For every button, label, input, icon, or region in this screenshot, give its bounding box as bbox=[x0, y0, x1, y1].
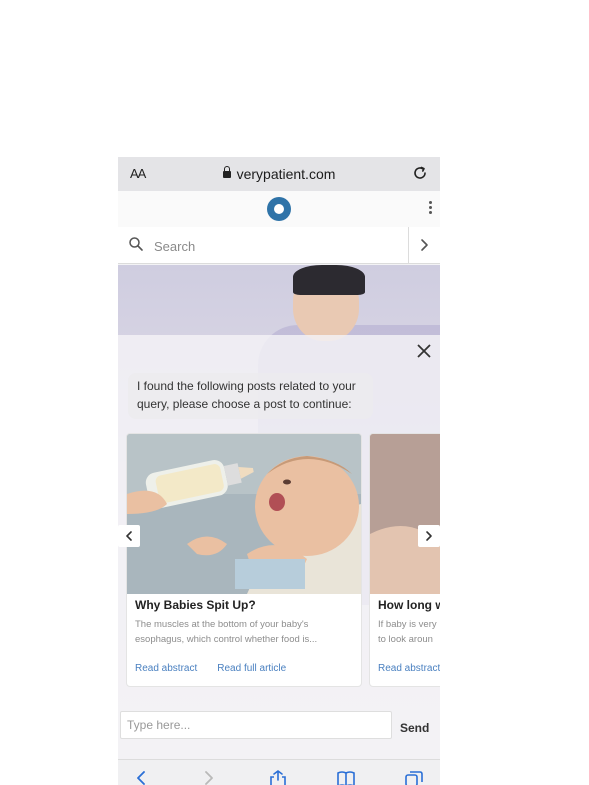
read-full-article-link[interactable]: Read full article bbox=[217, 663, 286, 674]
post-excerpt: The muscles at the bottom of your baby's… bbox=[135, 619, 318, 645]
post-links: Read abstract Read full article bbox=[135, 663, 306, 674]
search-bar bbox=[118, 227, 440, 264]
post-title[interactable]: Why Babies Spit Up? bbox=[135, 598, 256, 612]
reload-icon[interactable] bbox=[410, 163, 430, 183]
url-text: verypatient.com bbox=[236, 166, 336, 182]
bookmarks-icon[interactable] bbox=[336, 770, 356, 785]
post-card[interactable]: How long w If baby is very to look aroun… bbox=[369, 433, 440, 687]
site-header bbox=[118, 191, 440, 228]
back-icon[interactable] bbox=[132, 770, 152, 785]
search-input[interactable] bbox=[152, 235, 396, 257]
phone-screen: AA verypatient.com Search I found the fo… bbox=[118, 157, 440, 785]
browser-toolbar bbox=[118, 759, 440, 785]
chevron-right-icon[interactable] bbox=[414, 235, 434, 255]
carousel-next-button[interactable] bbox=[418, 525, 440, 547]
post-image bbox=[370, 434, 440, 594]
url-field[interactable]: verypatient.com bbox=[118, 166, 440, 182]
close-icon[interactable] bbox=[416, 343, 432, 359]
tabs-icon[interactable] bbox=[404, 770, 424, 785]
chat-input-bar: Send bbox=[118, 711, 440, 741]
post-title[interactable]: How long w bbox=[378, 598, 440, 612]
post-image bbox=[127, 434, 361, 594]
chevron-left-icon bbox=[126, 531, 132, 541]
search-icon bbox=[129, 237, 143, 251]
post-card[interactable]: Why Babies Spit Up? The muscles at the b… bbox=[126, 433, 362, 687]
post-excerpt: If baby is very to look aroun bbox=[378, 619, 437, 645]
site-logo-icon[interactable] bbox=[267, 197, 291, 221]
post-links: Read abstract bbox=[378, 663, 440, 674]
chevron-right-icon bbox=[426, 531, 432, 541]
address-bar: AA verypatient.com bbox=[118, 157, 440, 191]
read-abstract-link[interactable]: Read abstract bbox=[378, 663, 440, 674]
chat-input[interactable] bbox=[120, 711, 392, 739]
read-abstract-link[interactable]: Read abstract bbox=[135, 663, 197, 674]
lock-icon bbox=[222, 166, 231, 178]
more-icon[interactable] bbox=[426, 199, 434, 219]
send-button[interactable]: Send bbox=[400, 721, 429, 735]
share-icon[interactable] bbox=[268, 770, 288, 785]
carousel-prev-button[interactable] bbox=[118, 525, 140, 547]
bot-message: I found the following posts related to y… bbox=[128, 373, 373, 419]
forward-icon[interactable] bbox=[198, 770, 218, 785]
search-divider bbox=[408, 227, 409, 263]
